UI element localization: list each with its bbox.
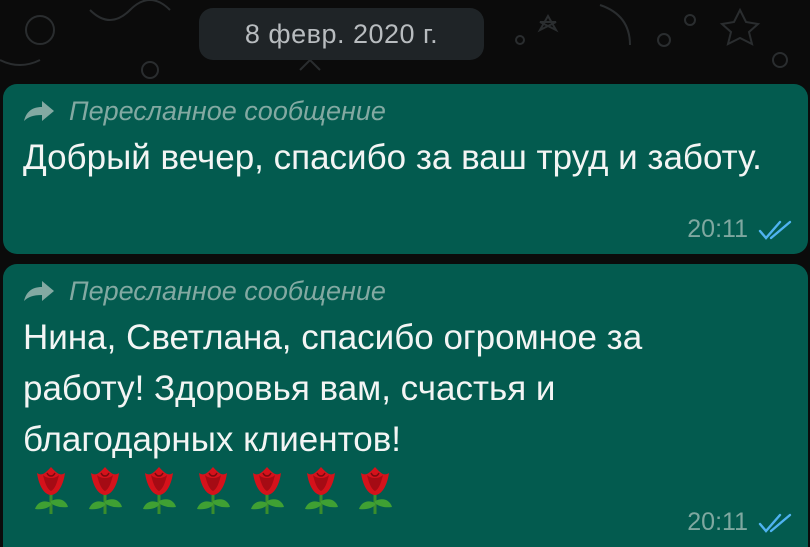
message-text: Добрый вечер, спасибо за ваш труд и забо… xyxy=(23,138,762,177)
forward-arrow-icon xyxy=(24,281,54,301)
rose-emoji xyxy=(353,465,398,515)
message-text-body: Нина, Светлана, спасибо огромное за рабо… xyxy=(23,318,643,459)
message-meta: 20:11 xyxy=(687,215,792,244)
rose-emoji xyxy=(299,465,344,515)
forward-label: Пересланное сообщение xyxy=(69,275,386,306)
double-check-icon xyxy=(758,220,792,240)
message-text: Нина, Светлана, спасибо огромное за рабо… xyxy=(23,312,790,518)
forward-arrow-icon xyxy=(24,101,54,121)
date-separator: 8 февр. 2020 г. xyxy=(199,8,484,60)
double-check-icon xyxy=(758,513,792,533)
forwarded-header: Пересланное сообщение xyxy=(23,96,790,126)
rose-emoji xyxy=(191,465,236,515)
rose-emoji xyxy=(29,465,74,515)
message-time: 20:11 xyxy=(687,508,748,536)
rose-emoji xyxy=(245,465,290,515)
message-meta: 20:11 xyxy=(687,508,792,537)
message-bubble[interactable]: Пересланное сообщение Добрый вечер, спас… xyxy=(3,84,808,254)
forwarded-header: Пересланное сообщение xyxy=(23,276,790,306)
message-bubble[interactable]: Пересланное сообщение Нина, Светлана, сп… xyxy=(3,264,808,547)
rose-emoji xyxy=(137,465,182,515)
rose-emoji-row xyxy=(29,465,398,515)
forward-label: Пересланное сообщение xyxy=(69,95,386,126)
rose-emoji xyxy=(83,465,128,515)
message-time: 20:11 xyxy=(687,215,748,243)
